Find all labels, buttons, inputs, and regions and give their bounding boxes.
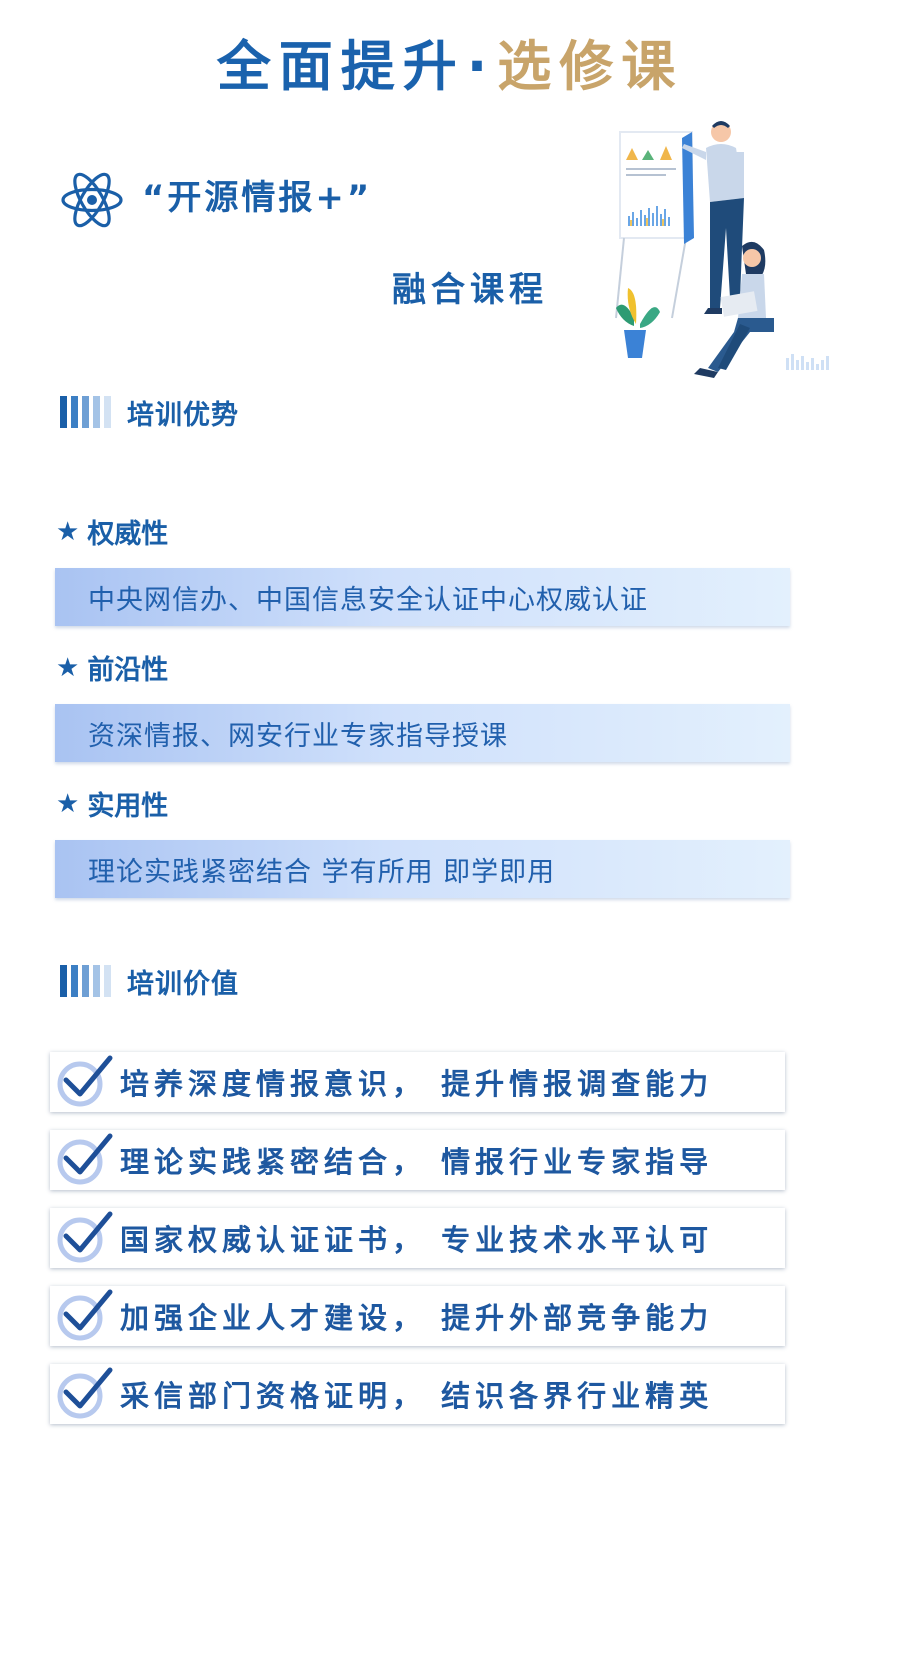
value-text: 国家权威认证证书， 专业技术水平认可: [120, 1223, 714, 1257]
value-text: 加强企业人才建设， 提升外部竞争能力: [120, 1301, 714, 1335]
advantage-desc-box: 资深情报、网安行业专家指导授课: [55, 704, 790, 762]
course-subtitle: 融合课程: [392, 270, 548, 310]
value-text: 采信部门资格证明， 结识各界行业精英: [120, 1379, 714, 1413]
checkmark-icon: [57, 1133, 113, 1185]
checkmark-icon: [57, 1055, 113, 1107]
checkmark-icon: [57, 1211, 113, 1263]
checkmark-icon: [57, 1289, 113, 1341]
section-heading-values: 培训价值: [60, 963, 239, 1000]
value-text: 培养深度情报意识， 提升情报调查能力: [120, 1067, 714, 1101]
section-label: 培训价值: [127, 968, 239, 1000]
course-name: “开源情报+”: [142, 178, 373, 218]
page-title: 全面提升·选修课: [0, 22, 900, 101]
section-label: 培训优势: [127, 399, 239, 431]
bars-icon: [60, 396, 111, 428]
value-item: 国家权威认证证书， 专业技术水平认可: [50, 1208, 785, 1268]
value-item: 加强企业人才建设， 提升外部竞争能力: [50, 1286, 785, 1346]
title-main: 全面提升: [216, 35, 465, 98]
value-item: 培养深度情报意识， 提升情报调查能力: [50, 1052, 785, 1112]
value-item: 采信部门资格证明， 结识各界行业精英: [50, 1364, 785, 1424]
checkmark-icon: [57, 1367, 113, 1419]
star-icon: ★: [56, 788, 80, 819]
presentation-illustration: [615, 121, 829, 378]
value-item: 理论实践紧密结合， 情报行业专家指导: [50, 1130, 785, 1190]
advantage-title: ★ 前沿性: [56, 652, 169, 687]
advantage-title: ★ 权威性: [56, 516, 169, 551]
star-icon: ★: [56, 516, 80, 547]
atom-icon: [61, 172, 123, 228]
section-heading-advantages: 培训优势: [60, 394, 239, 431]
advantage-title: ★ 实用性: [56, 788, 169, 823]
value-text: 理论实践紧密结合， 情报行业专家指导: [120, 1145, 714, 1179]
star-icon: ★: [56, 652, 80, 683]
advantage-desc-box: 中央网信办、中国信息安全认证中心权威认证: [55, 568, 790, 626]
title-dot: ·: [466, 35, 496, 98]
advantage-desc-box: 理论实践紧密结合 学有所用 即学即用: [55, 840, 790, 898]
title-accent: 选修课: [497, 35, 684, 98]
bars-icon: [60, 965, 111, 997]
